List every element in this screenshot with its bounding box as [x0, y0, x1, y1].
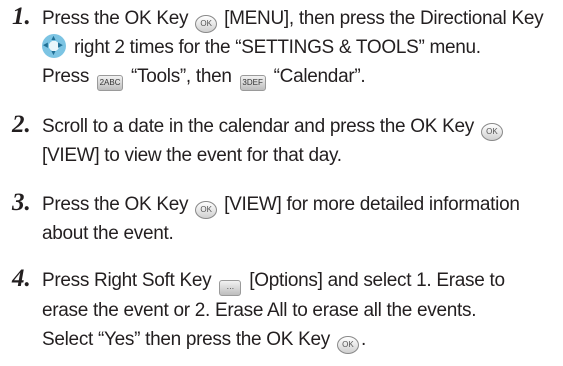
step-text: Scroll to a date in the calendar and pre…	[42, 112, 555, 170]
step-text-segment: Press the OK Key	[42, 194, 194, 215]
step-text: Press the OK Key OK [MENU], then press t…	[42, 4, 555, 91]
step-text-segment: Scroll to a date in the calendar and pre…	[42, 116, 479, 137]
step-number: 1.	[12, 3, 31, 30]
step-text-segment: Press Right Soft Key	[42, 270, 217, 291]
step-text-segment: “Calendar”.	[268, 66, 366, 87]
step-text-segment: right 2 times for the “SETTINGS & TOOLS”…	[69, 37, 481, 58]
step-text-segment: [VIEW] to view the event for that day.	[42, 145, 342, 166]
step-line: about the event.	[42, 219, 555, 248]
step-text-segment: “Tools”, then	[126, 66, 237, 87]
ok-key-icon: OK	[195, 201, 218, 219]
step-line: erase the event or 2. Erase All to erase…	[42, 296, 555, 325]
ok-key-icon: OK	[480, 123, 503, 141]
step-number: 2.	[12, 111, 31, 138]
instruction-page: 1. Press the OK Key OK [MENU], then pres…	[0, 0, 563, 366]
step-line: Scroll to a date in the calendar and pre…	[42, 112, 555, 141]
step-text-segment: Press	[42, 66, 95, 87]
step-text-segment: about the event.	[42, 223, 174, 244]
ok-key-icon: OK	[336, 336, 359, 354]
ok-key-icon: OK	[195, 15, 218, 33]
step-text-segment: Select “Yes” then press the OK Key	[42, 329, 335, 350]
step-text-segment: erase the event or 2. Erase All to erase…	[42, 300, 477, 321]
step-line: Select “Yes” then press the OK Key OK.	[42, 325, 555, 354]
step-1: 1. Press the OK Key OK [MENU], then pres…	[12, 3, 555, 91]
step-text-segment: .	[360, 329, 366, 350]
step-text-segment: [MENU], then press the Directional Key	[219, 8, 544, 29]
right-soft-key-icon: …	[219, 280, 242, 296]
step-line: [VIEW] to view the event for that day.	[42, 141, 555, 170]
directional-key-icon: ▲ ▼ ◀ ▶	[42, 34, 66, 58]
key-2-icon: 2ABC	[97, 75, 124, 91]
key-3-icon: 3DEF	[239, 75, 266, 91]
step-number: 4.	[12, 265, 31, 292]
step-number: 3.	[12, 189, 31, 216]
step-2: 2. Scroll to a date in the calendar and …	[12, 111, 555, 170]
step-4: 4. Press Right Soft Key … [Options] and …	[12, 265, 555, 354]
step-3: 3. Press the OK Key OK [VIEW] for more d…	[12, 189, 555, 248]
step-line: Press 2ABC “Tools”, then 3DEF “Calendar”…	[42, 62, 555, 91]
step-text: Press Right Soft Key … [Options] and sel…	[42, 266, 555, 354]
step-text-segment: [VIEW] for more detailed information	[219, 194, 520, 215]
step-text-segment: Press the OK Key	[42, 8, 194, 29]
step-line: Press the OK Key OK [MENU], then press t…	[42, 4, 555, 33]
step-line: ▲ ▼ ◀ ▶ right 2 times for the “SETTINGS & T…	[42, 33, 555, 62]
step-line: Press the OK Key OK [VIEW] for more deta…	[42, 190, 555, 219]
step-line: Press Right Soft Key … [Options] and sel…	[42, 266, 555, 296]
step-text-segment: [Options] and select 1. Erase to	[244, 270, 505, 291]
step-text: Press the OK Key OK [VIEW] for more deta…	[42, 190, 555, 248]
